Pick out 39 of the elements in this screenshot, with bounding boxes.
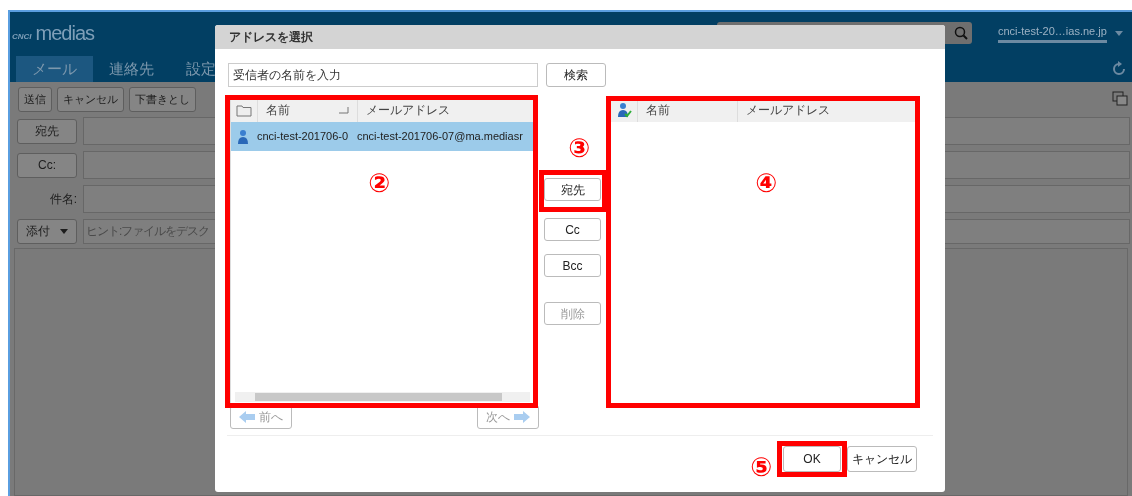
callout-number: ④: [755, 170, 777, 196]
contact-row[interactable]: cnci-test-201706-0 cnci-test-201706-07@ma.mediasr: [231, 122, 534, 151]
add-button[interactable]: Bcc: [544, 254, 601, 277]
subject-label: 件名:: [48, 191, 77, 208]
nav-tab[interactable]: 連絡先: [93, 56, 170, 82]
person-check-icon: [616, 102, 632, 118]
search-button[interactable]: 検索: [546, 63, 606, 87]
table-cell-text: cnci-test-201706-07@ma.mediasr: [357, 129, 523, 145]
column-header[interactable]: メールアドレス: [366, 101, 450, 119]
right-arrow-icon: [514, 411, 530, 423]
attach-button[interactable]: 添付: [17, 218, 77, 244]
horizontal-scrollbar[interactable]: [235, 392, 530, 402]
column-header[interactable]: 名前: [266, 101, 290, 119]
toolbar-button[interactable]: 下書きとし: [129, 86, 196, 112]
callout-number: ⑤: [750, 454, 772, 480]
callout-number: ②: [368, 170, 390, 196]
column-header[interactable]: 名前: [646, 101, 670, 119]
cancel-button[interactable]: キャンセル: [847, 446, 917, 472]
column-header[interactable]: メールアドレス: [746, 101, 830, 119]
recipient-button[interactable]: Cc:: [17, 152, 77, 178]
sort-icon[interactable]: [339, 106, 349, 114]
recipient-button[interactable]: 宛先: [17, 118, 77, 144]
search-field[interactable]: 受信者の名前を入力: [228, 63, 538, 87]
account-link[interactable]: cnci-test-20…ias.ne.jp: [998, 23, 1107, 43]
refresh-icon[interactable]: [1110, 60, 1128, 78]
ok-button[interactable]: OK: [783, 446, 841, 472]
add-button[interactable]: Cc: [544, 218, 601, 241]
toolbar-button[interactable]: キャンセル: [57, 86, 124, 112]
caret-icon: [60, 228, 68, 234]
callout-number: ③: [568, 135, 590, 161]
table-cell-text: cnci-test-201706-0: [257, 129, 350, 145]
caret-icon: [1114, 30, 1123, 36]
left-arrow-icon: [239, 411, 255, 423]
logo: CNCI medias: [11, 23, 95, 43]
window-icon[interactable]: [1112, 91, 1128, 107]
toolbar-button[interactable]: 送信: [18, 86, 52, 112]
search-icon: [954, 26, 968, 40]
dialog-title: アドレスを選択: [229, 29, 313, 46]
add-button[interactable]: 宛先: [544, 178, 601, 201]
